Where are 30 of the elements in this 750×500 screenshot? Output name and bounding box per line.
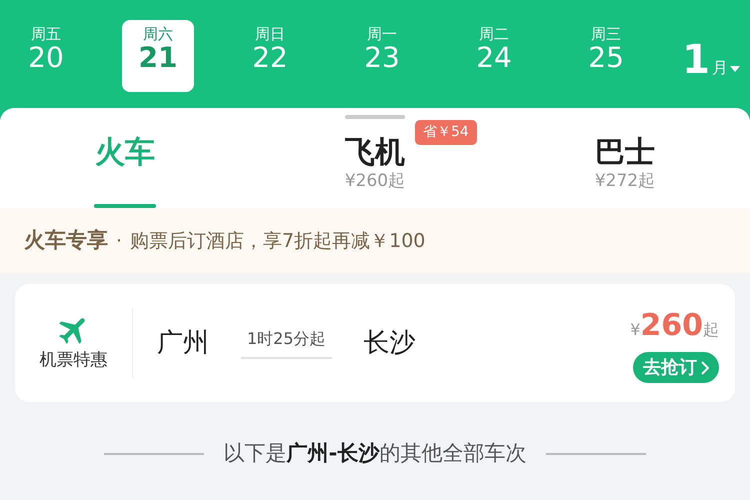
chevron-right-icon: [701, 360, 709, 374]
promo-title: 火车专享: [24, 227, 108, 254]
savings-badge: 省￥54: [415, 120, 477, 145]
tab-label: 火车: [95, 136, 155, 169]
transport-tab[interactable]: 巴士 ¥272起: [500, 108, 750, 208]
tab-price: ¥272起: [594, 170, 656, 193]
transport-tab[interactable]: 飞机 ¥260起 省￥54: [250, 108, 500, 208]
promo-separator: ·: [116, 228, 122, 254]
promo-text: 购票后订酒店，享7折起再减￥100: [130, 228, 426, 254]
date-tab[interactable]: 周日 22: [234, 20, 306, 92]
section-divider-text: 以下是广州-长沙的其他全部车次: [224, 440, 526, 467]
date-tab[interactable]: 周三 25: [570, 20, 642, 92]
active-tab-underline: [94, 204, 156, 208]
flight-duration: 1时25分起: [241, 327, 332, 359]
date-tab[interactable]: 周五 20: [10, 20, 82, 92]
month-picker[interactable]: 1 月: [682, 40, 740, 80]
flight-price: ¥260起: [630, 307, 719, 345]
date-tab[interactable]: 周六 21: [122, 20, 194, 92]
date-tab[interactable]: 周一 23: [346, 20, 418, 92]
tab-label: 飞机: [345, 136, 405, 169]
deal-label: 机票特惠: [40, 349, 108, 372]
drag-handle[interactable]: [345, 115, 405, 119]
dropdown-caret-icon: [730, 66, 740, 72]
arrival-city: 长沙: [364, 326, 416, 360]
transport-tab[interactable]: 火车: [0, 108, 250, 208]
departure-city: 广州: [157, 326, 209, 360]
date-tab[interactable]: 周二 24: [458, 20, 530, 92]
tab-label: 巴士: [595, 136, 655, 169]
tab-price: ¥260起: [344, 170, 406, 193]
book-now-button[interactable]: 去抢订: [633, 352, 719, 383]
